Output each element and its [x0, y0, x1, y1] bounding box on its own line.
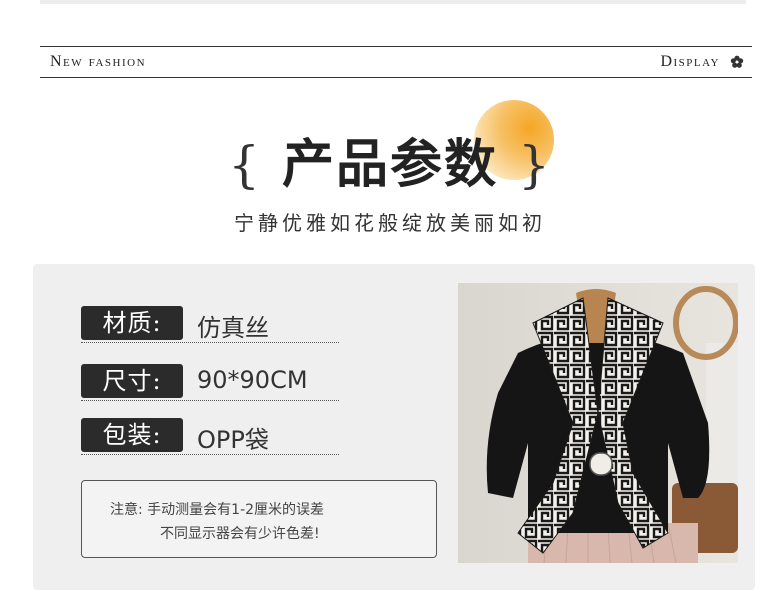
title-text: 产品参数 [281, 134, 498, 195]
note-line-1: 注意: 手动测量会有1-2厘米的误差 [110, 502, 325, 518]
param-row-size: 尺寸: 90*90CM [81, 364, 339, 401]
subtitle: 宁静优雅如花般绽放美丽如初 [234, 211, 546, 235]
header-bar: New fashion Display [40, 46, 752, 78]
section-title: { 产品参数 } [0, 122, 780, 197]
param-row-package: 包装: OPP袋 [81, 418, 339, 455]
param-value-package: OPP袋 [197, 426, 269, 454]
top-divider-strip [40, 0, 746, 4]
title-close-brace: } [518, 136, 552, 194]
header-right: Display [660, 53, 744, 71]
note-line-2: 不同显示器会有少许色差! [160, 526, 320, 542]
product-photo [458, 283, 738, 563]
title-open-brace: { [228, 136, 262, 194]
header-right-text: Display [660, 53, 720, 70]
param-row-material: 材质: 仿真丝 [81, 306, 339, 343]
flower-icon [730, 55, 744, 68]
param-label-package: 包装: [81, 418, 183, 452]
param-value-size: 90*90CM [197, 366, 308, 394]
param-label-size: 尺寸: [81, 364, 183, 398]
params-panel: 材质: 仿真丝 尺寸: 90*90CM 包装: OPP袋 注意: 手动测量会有1… [33, 264, 755, 590]
param-label-material: 材质: [81, 306, 183, 340]
header-left-text: New fashion [50, 53, 147, 70]
param-value-material: 仿真丝 [197, 314, 269, 342]
note-box: 注意: 手动测量会有1-2厘米的误差 不同显示器会有少许色差! [81, 480, 437, 558]
